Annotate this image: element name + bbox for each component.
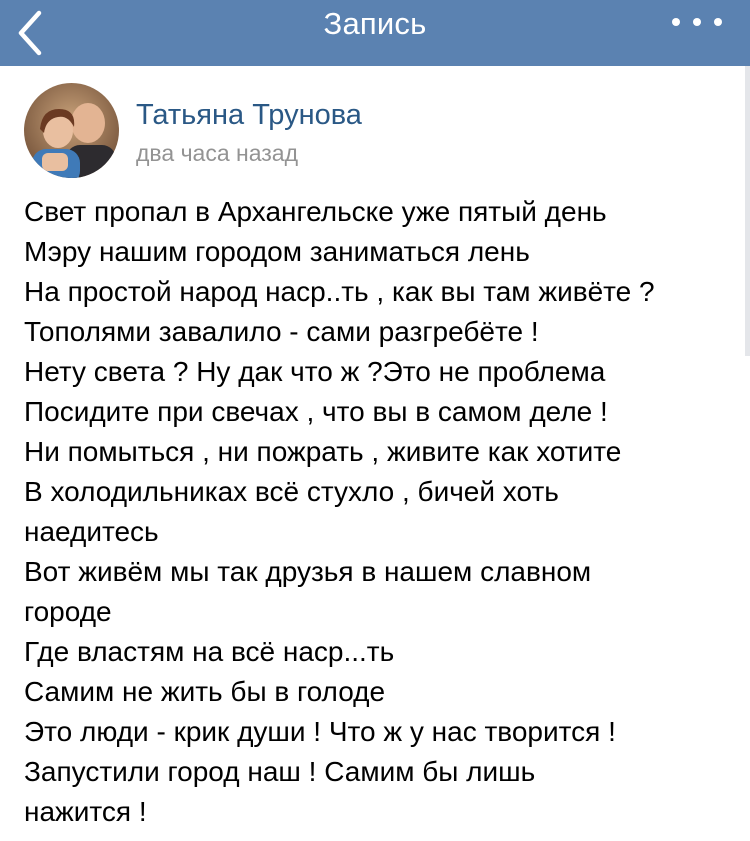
post-line: Где властям на всё наср...ть bbox=[24, 636, 395, 667]
post-line: нажится ! bbox=[24, 796, 147, 827]
author-name-link[interactable]: Татьяна Трунова bbox=[136, 99, 362, 132]
post-body: Свет пропал в Архангельске уже пятый ден… bbox=[24, 192, 730, 832]
post-line: Тополями завалило - сами разгребёте ! bbox=[24, 316, 539, 347]
post-line: Ни помыться , ни пожрать , живите как хо… bbox=[24, 436, 622, 467]
navigation-bar: Запись bbox=[0, 0, 750, 66]
scroll-edge bbox=[745, 66, 750, 356]
post-line: Самим не жить бы в голоде bbox=[24, 676, 386, 707]
ellipsis-dot bbox=[693, 18, 701, 26]
ellipsis-icon bbox=[672, 18, 680, 26]
post-line: На простой народ наср..ть , как вы там ж… bbox=[24, 276, 655, 307]
post-timestamp[interactable]: два часа назад bbox=[136, 140, 298, 167]
post-line: Посидите при свечах , что вы в самом дел… bbox=[24, 396, 608, 427]
post-line: В холодильниках всё стухло , бичей хоть bbox=[24, 476, 559, 507]
post-line: Нету света ? Ну дак что ж ?Это не пробле… bbox=[24, 356, 606, 387]
post-line: Вот живём мы так друзья в нашем славном bbox=[24, 556, 592, 587]
avatar-photo bbox=[24, 83, 119, 178]
post-line: городе bbox=[24, 596, 112, 627]
ellipsis-dot bbox=[714, 18, 722, 26]
more-options-button[interactable] bbox=[672, 8, 722, 36]
post-line: Это люди - крик души ! Что ж у нас твори… bbox=[24, 716, 616, 747]
post-line: Запустили город наш ! Самим бы лишь bbox=[24, 756, 536, 787]
post-line: Мэру нашим городом заниматься лень bbox=[24, 236, 530, 267]
post-line: Свет пропал в Архангельске уже пятый ден… bbox=[24, 196, 607, 227]
post-line: наедитесь bbox=[24, 516, 159, 547]
author-avatar[interactable] bbox=[24, 83, 119, 178]
page-title: Запись bbox=[323, 6, 427, 41]
